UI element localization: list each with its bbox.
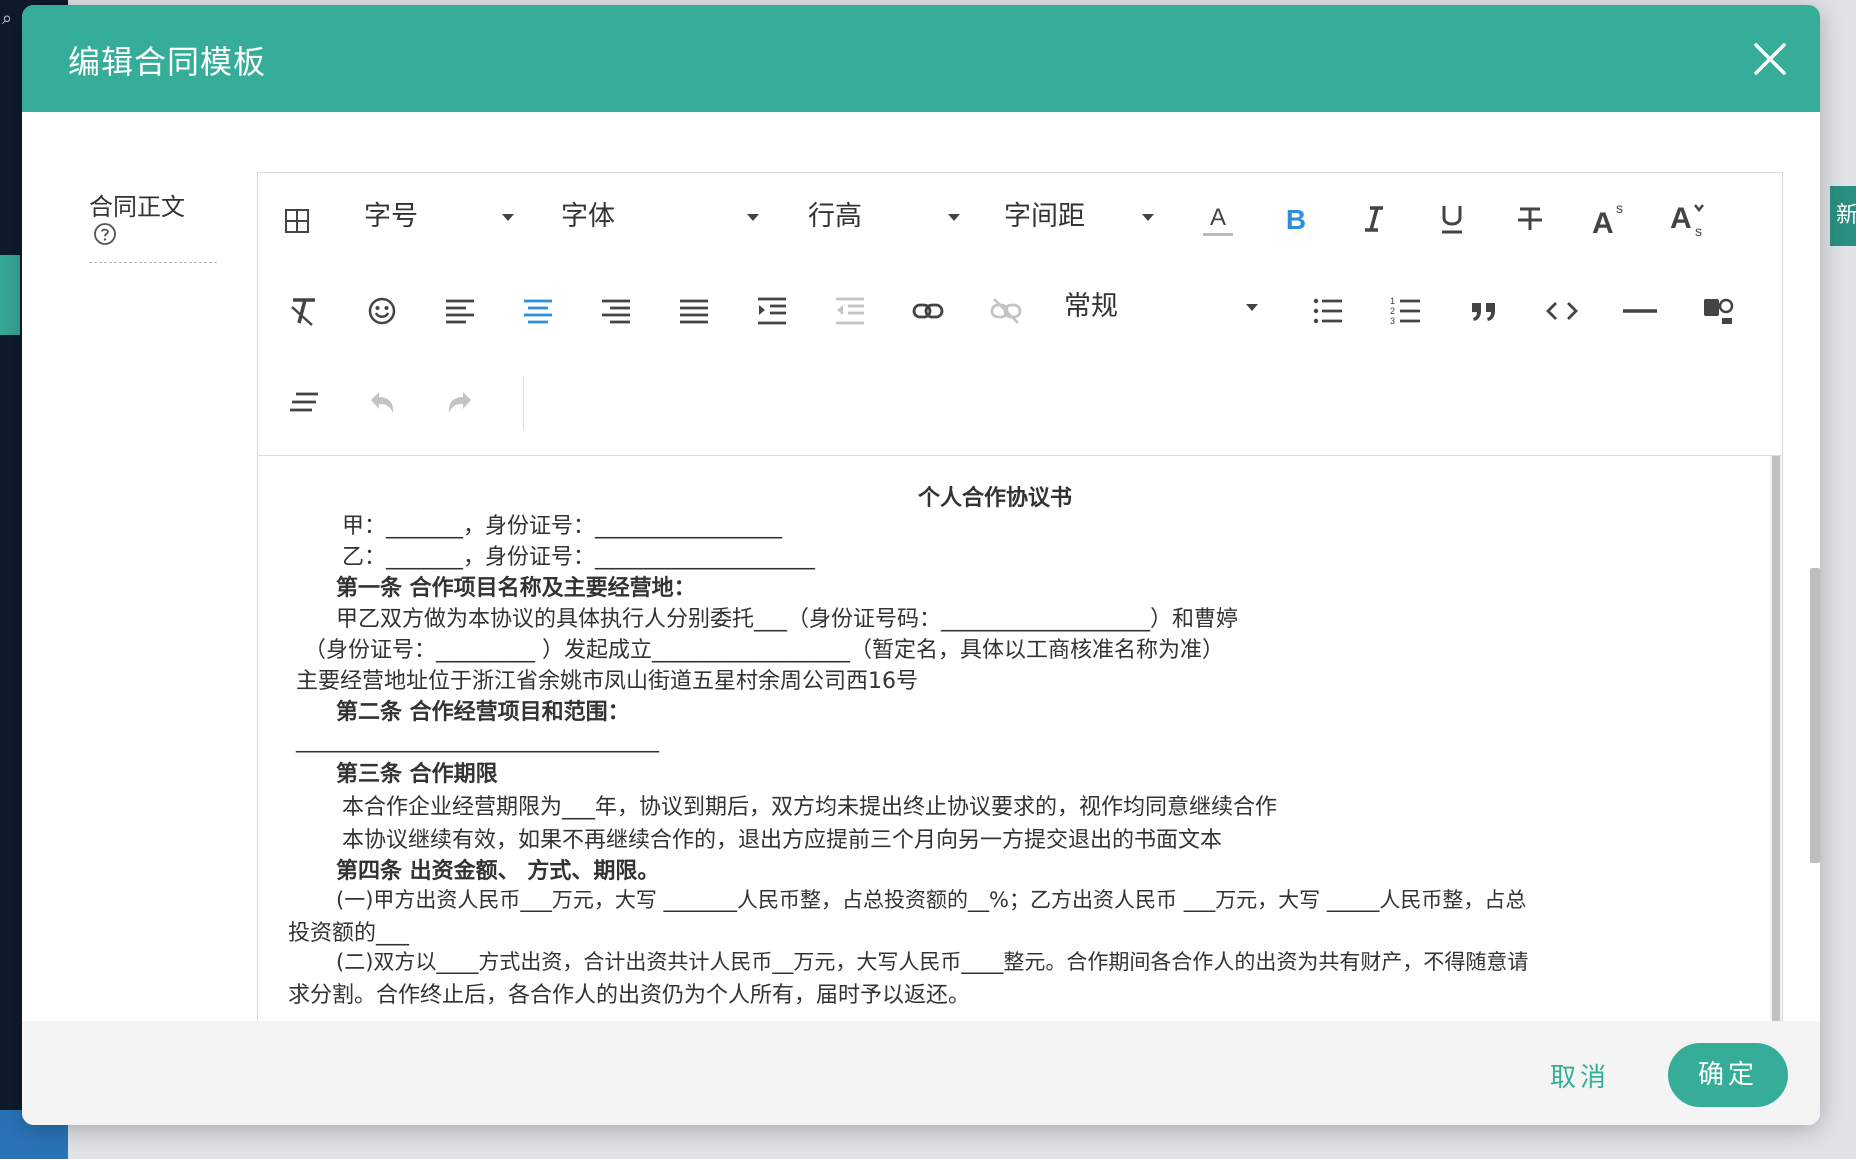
doc-line: _________________________________ [296,728,659,753]
chevron-down-icon [1142,214,1154,221]
align-center-icon[interactable] [518,291,558,331]
contract-body-label: 合同正文 [89,187,217,263]
search-icon: ⌕ [2,8,13,29]
svg-text:A: A [1210,204,1226,231]
superscript-icon[interactable]: As [1588,197,1632,241]
table-icon[interactable] [280,201,314,241]
justify-icon[interactable] [674,291,714,331]
doc-line: 甲乙双方做为本协议的具体执行人分别委托___（身份证号码：___________… [336,607,1239,632]
doc-line: 本合作企业经营期限为___年，协议到期后，双方均未提出终止协议要求的，视作均同意… [342,795,1278,820]
paragraph-style-label: 常规 [1064,291,1118,322]
chevron-down-icon [502,214,514,221]
doc-heading: 第四条 出资金额、 方式、期限。 [336,859,660,884]
help-icon[interactable] [93,222,117,252]
text-color-icon[interactable]: A [1198,199,1238,243]
line-height-dropdown[interactable]: 行高 [808,197,960,237]
align-right-icon[interactable] [596,291,636,331]
editor-scrollbar[interactable] [1770,456,1782,1064]
chevron-down-icon [747,214,759,221]
svg-text:s: s [1695,223,1702,239]
horizontal-rule-icon[interactable] [1620,291,1660,331]
svg-text:A: A [1592,207,1614,239]
dialog-title: 编辑合同模板 [68,43,267,81]
chevron-down-icon [948,214,960,221]
wrap-icon[interactable] [284,383,324,423]
doc-line: (二)双方以____方式出资，合计出资共计人民币__万元，大写人民币____整元… [336,950,1529,974]
document-title: 个人合作协议书 [918,486,1073,511]
undo-icon[interactable] [362,383,402,423]
rich-text-editor: 字号 字体 行高 字间距 A B A s A s 常规 1 2 3 个人合作协议… [257,172,1783,1065]
toolbar-divider [523,376,524,430]
subscript-icon[interactable]: As [1666,197,1710,241]
dialog-footer: 取消 确定 [22,1021,1820,1125]
sidebar-active-indicator [0,255,20,335]
chevron-down-icon [1246,304,1258,311]
letter-spacing-dropdown[interactable]: 字间距 [1004,197,1154,237]
doc-line: 乙：_______，身份证号：____________________ [342,545,816,570]
close-icon[interactable] [1750,39,1790,79]
strikethrough-icon[interactable] [1510,199,1550,239]
underline-icon[interactable] [1432,199,1472,239]
svg-text:1: 1 [1390,296,1395,306]
doc-heading: 第一条 合作项目名称及主要经营地： [336,576,696,601]
link-icon[interactable] [908,291,948,331]
blockquote-icon[interactable] [1464,291,1504,331]
confirm-button[interactable]: 确定 [1668,1043,1788,1107]
doc-line: 主要经营地址位于浙江省余姚市凤山街道五星村余周公司西16号 [296,669,918,694]
edit-contract-template-dialog: 编辑合同模板 合同正文 字号 字体 行高 字间距 A B A s A s 常规 … [22,5,1820,1125]
paragraph-style-dropdown[interactable]: 常规 [1064,287,1264,327]
doc-heading: 第三条 合作期限 [336,762,498,787]
letter-spacing-label: 字间距 [1004,201,1085,232]
doc-line: （身份证号：_________ ）发起成立__________________（… [304,638,1224,663]
align-left-icon[interactable] [440,291,480,331]
clear-format-icon[interactable] [284,291,324,331]
page-scrollbar-thumb[interactable] [1810,568,1820,863]
background-new-button[interactable]: 新 [1830,186,1856,246]
format-painter-icon[interactable] [1698,291,1738,331]
dialog-header: 编辑合同模板 [22,5,1820,112]
editor-toolbar: 字号 字体 行高 字间距 A B A s A s 常规 1 2 3 [258,173,1782,456]
svg-text:3: 3 [1390,316,1395,326]
italic-icon[interactable] [1354,199,1394,239]
font-size-label: 字号 [364,201,418,232]
unlink-icon[interactable] [986,291,1026,331]
doc-line: 本协议继续有效，如果不再继续合作的，退出方应提前三个月向另一方提交退出的书面文本 [342,828,1223,853]
doc-line: 甲：_______，身份证号：_________________ [342,514,783,539]
editor-scrollbar-thumb[interactable] [1772,456,1780,1064]
font-family-label: 字体 [561,201,615,232]
indent-icon[interactable] [752,291,792,331]
bold-icon[interactable]: B [1276,199,1316,239]
svg-text:2: 2 [1390,306,1395,316]
outdent-icon[interactable] [830,291,870,331]
svg-text:A: A [1670,202,1692,235]
font-family-dropdown[interactable]: 字体 [561,197,761,237]
svg-text:s: s [1616,200,1623,216]
cancel-button[interactable]: 取消 [1550,1057,1610,1094]
contract-body-label-text: 合同正文 [89,193,185,221]
line-height-label: 行高 [808,201,862,232]
emoji-icon[interactable] [362,291,402,331]
doc-line: (一)甲方出资人民币___万元，大写 _______人民币整，占总投资额的__%… [336,888,1527,912]
bullet-list-icon[interactable] [1308,291,1348,331]
doc-line: 求分割。合作终止后，各合作人的出资仍为个人所有，届时予以返还。 [288,983,971,1008]
font-size-dropdown[interactable]: 字号 [364,197,514,237]
redo-icon[interactable] [440,383,480,423]
editor-content[interactable]: 个人合作协议书 甲：_______，身份证号：_________________… [258,456,1782,1064]
doc-heading: 第二条 合作经营项目和范围： [336,700,630,725]
numbered-list-icon[interactable]: 123 [1386,291,1426,331]
doc-line: 投资额的___ [288,921,410,946]
svg-text:B: B [1286,204,1306,235]
code-icon[interactable] [1542,291,1582,331]
